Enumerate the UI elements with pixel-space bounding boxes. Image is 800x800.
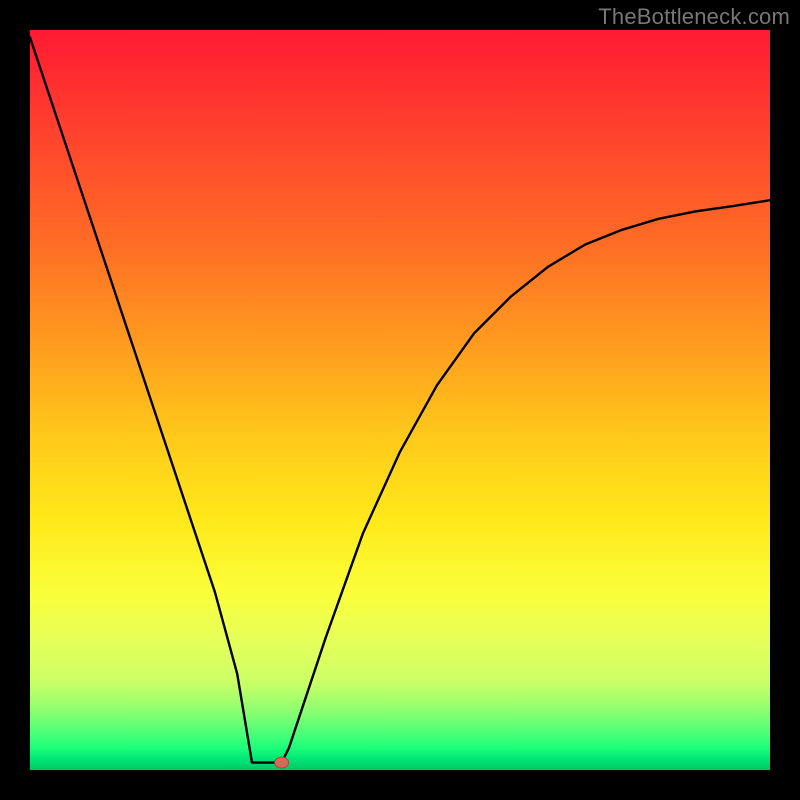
watermark-text: TheBottleneck.com bbox=[598, 4, 790, 30]
minimum-marker bbox=[275, 757, 289, 768]
curve-svg bbox=[30, 30, 770, 770]
bottleneck-curve bbox=[30, 37, 770, 762]
chart-frame: TheBottleneck.com bbox=[0, 0, 800, 800]
plot-area bbox=[30, 30, 770, 770]
